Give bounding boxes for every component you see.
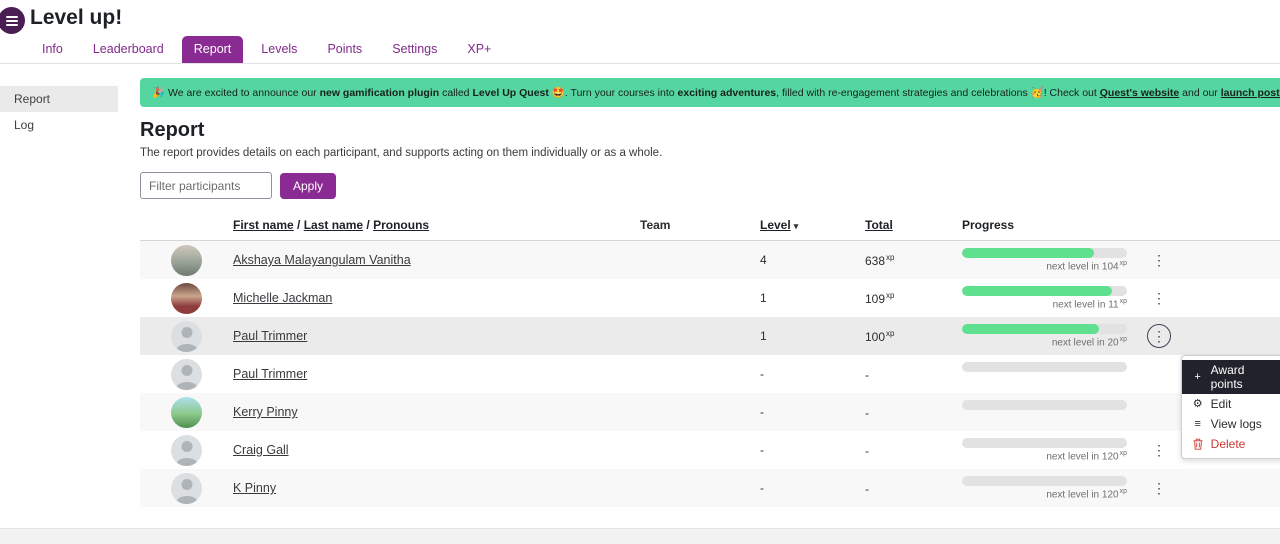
total-xp: - bbox=[865, 405, 869, 420]
sort-last-name-link[interactable]: Last name bbox=[304, 218, 363, 232]
total-xp: - bbox=[865, 481, 869, 496]
next-level-text: next level in 120xp bbox=[1046, 488, 1127, 501]
page-header: Level up! bbox=[0, 0, 1280, 30]
next-level-text: next level in 11xp bbox=[1052, 298, 1127, 311]
tab-bar: Info Leaderboard Report Levels Points Se… bbox=[0, 36, 1280, 64]
menu-item-view-logs[interactable]: ≡ View logs bbox=[1182, 414, 1280, 434]
table-row: Michelle Jackman 1 109xp next level in 1… bbox=[140, 279, 1280, 317]
row-actions-kebab-icon[interactable]: ⋮ bbox=[1147, 286, 1171, 310]
header-team: Team bbox=[640, 218, 671, 232]
row-actions-kebab-icon[interactable]: ⋮ bbox=[1147, 438, 1171, 462]
progress-bar bbox=[962, 400, 1127, 410]
next-level-text: next level in 120xp bbox=[1046, 450, 1127, 463]
progress-bar bbox=[962, 248, 1127, 258]
announcement-text: 🎉 We are excited to announce our new gam… bbox=[152, 87, 1280, 99]
tab-leaderboard[interactable]: Leaderboard bbox=[81, 36, 176, 63]
tab-report[interactable]: Report bbox=[181, 36, 244, 63]
filter-participants-input[interactable] bbox=[140, 172, 272, 199]
row-actions-menu: + Award points ⚙ Edit ≡ View logs Delete bbox=[1180, 355, 1280, 459]
list-icon: ≡ bbox=[1194, 418, 1201, 430]
tab-points[interactable]: Points bbox=[315, 36, 374, 63]
participant-name-link[interactable]: K Pinny bbox=[233, 481, 276, 495]
apply-button[interactable]: Apply bbox=[280, 172, 337, 199]
launch-post-link[interactable]: launch post here bbox=[1221, 87, 1280, 99]
avatar[interactable] bbox=[171, 320, 202, 352]
header-progress: Progress bbox=[962, 218, 1015, 232]
total-xp: 109xp bbox=[865, 290, 895, 306]
tab-levels[interactable]: Levels bbox=[249, 36, 309, 63]
sort-level-link[interactable]: Level bbox=[760, 218, 791, 232]
sort-first-name-link[interactable]: First name bbox=[233, 218, 294, 232]
hamburger-icon bbox=[5, 19, 18, 22]
total-xp: - bbox=[865, 443, 869, 458]
party-popper-icon: 🎉 bbox=[152, 87, 166, 99]
gear-icon: ⚙ bbox=[1192, 398, 1203, 410]
table-row: Paul Trimmer - - bbox=[140, 355, 1280, 393]
sidebar: Report Log bbox=[0, 64, 140, 507]
progress-bar bbox=[962, 476, 1127, 486]
sort-pronouns-link[interactable]: Pronouns bbox=[373, 218, 429, 232]
row-actions-kebab-icon[interactable]: ⋮ bbox=[1147, 248, 1171, 272]
participant-name-link[interactable]: Kerry Pinny bbox=[233, 405, 298, 419]
participant-name-link[interactable]: Craig Gall bbox=[233, 443, 289, 457]
page-title: Level up! bbox=[30, 6, 123, 29]
announcement-banner: 🎉 We are excited to announce our new gam… bbox=[140, 78, 1280, 107]
page-footer-strip bbox=[0, 528, 1280, 544]
tab-xp-plus[interactable]: XP+ bbox=[455, 36, 503, 63]
table-row: K Pinny - - next level in 120xp ⋮ bbox=[140, 469, 1280, 507]
participant-name-link[interactable]: Paul Trimmer bbox=[233, 329, 307, 343]
progress-bar bbox=[962, 438, 1127, 448]
participants-table: First name / Last name / Pronouns Team L… bbox=[140, 212, 1280, 507]
report-heading: Report bbox=[140, 119, 205, 141]
progress-bar bbox=[962, 324, 1127, 334]
participant-name-link[interactable]: Michelle Jackman bbox=[233, 291, 332, 305]
avatar[interactable] bbox=[171, 358, 202, 390]
table-row: Paul Trimmer 1 100xp next level in 20xp … bbox=[140, 317, 1280, 355]
progress-bar bbox=[962, 362, 1127, 372]
total-xp: - bbox=[865, 367, 869, 382]
progress-bar bbox=[962, 286, 1127, 296]
next-level-text: next level in 20xp bbox=[1051, 336, 1127, 349]
table-header-row: First name / Last name / Pronouns Team L… bbox=[140, 212, 1280, 241]
table-row: Craig Gall - - next level in 120xp ⋮ bbox=[140, 431, 1280, 469]
trash-icon bbox=[1192, 438, 1204, 450]
avatar[interactable] bbox=[171, 434, 202, 466]
sidebar-item-log[interactable]: Log bbox=[0, 112, 118, 138]
next-level-text bbox=[962, 412, 1127, 424]
avatar[interactable] bbox=[171, 472, 202, 504]
sidebar-item-report[interactable]: Report bbox=[0, 86, 118, 112]
main-content: 🎉 We are excited to announce our new gam… bbox=[140, 64, 1280, 507]
avatar[interactable] bbox=[171, 282, 202, 314]
participant-name-link[interactable]: Akshaya Malayangulam Vanitha bbox=[233, 253, 411, 267]
row-actions-kebab-icon[interactable]: ⋮ bbox=[1147, 476, 1171, 500]
avatar[interactable] bbox=[171, 244, 202, 276]
next-level-text bbox=[962, 374, 1127, 386]
table-row: Akshaya Malayangulam Vanitha 4 638xp nex… bbox=[140, 241, 1280, 279]
total-xp: 100xp bbox=[865, 328, 895, 344]
report-description: The report provides details on each part… bbox=[140, 147, 663, 159]
table-row: Kerry Pinny - - bbox=[140, 393, 1280, 431]
avatar[interactable] bbox=[171, 396, 202, 428]
menu-item-edit[interactable]: ⚙ Edit bbox=[1182, 394, 1280, 414]
menu-item-award-points[interactable]: + Award points bbox=[1181, 360, 1280, 394]
plus-icon: + bbox=[1194, 371, 1201, 383]
participant-name-link[interactable]: Paul Trimmer bbox=[233, 367, 307, 381]
total-xp: 638xp bbox=[865, 252, 895, 268]
tab-info[interactable]: Info bbox=[30, 36, 75, 63]
row-actions-kebab-icon[interactable]: ⋮ bbox=[1147, 324, 1171, 348]
next-level-text: next level in 104xp bbox=[1046, 260, 1127, 273]
menu-item-delete[interactable]: Delete bbox=[1182, 434, 1280, 454]
sort-desc-caret-icon: ▾ bbox=[793, 221, 799, 231]
quest-website-link[interactable]: Quest's website bbox=[1100, 87, 1180, 99]
tab-settings[interactable]: Settings bbox=[380, 36, 449, 63]
sort-total-link[interactable]: Total bbox=[865, 218, 893, 232]
